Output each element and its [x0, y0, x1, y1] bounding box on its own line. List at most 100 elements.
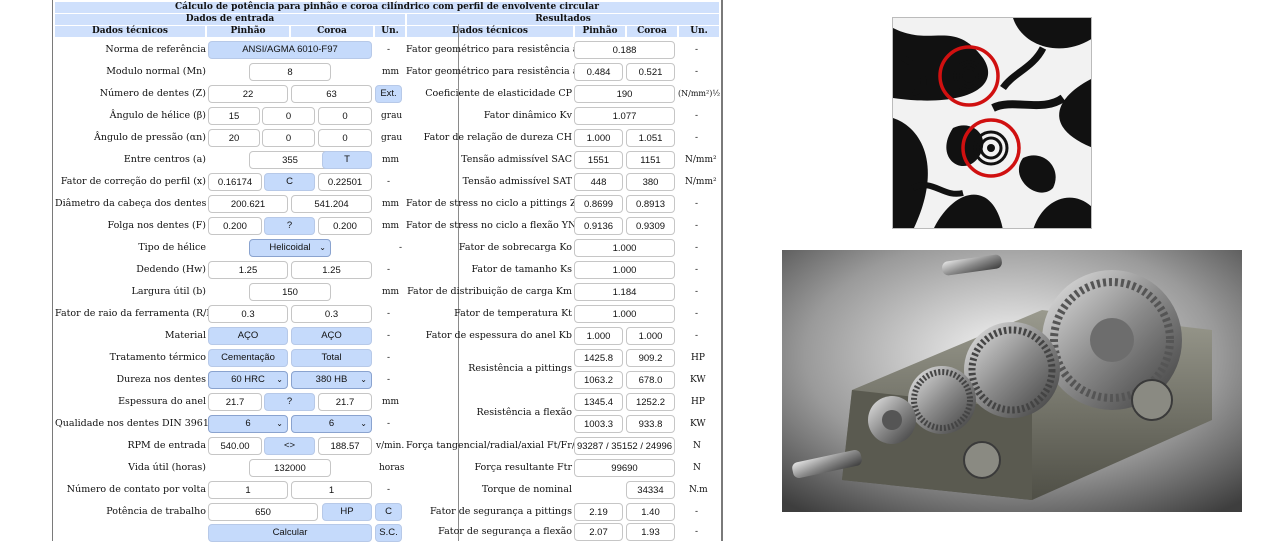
raio-unit: - — [387, 309, 391, 319]
tipo-select-value: Helicoidal — [269, 242, 311, 253]
pressao-min-input[interactable]: 0 — [262, 129, 315, 147]
largura-input[interactable]: 150 — [249, 283, 331, 301]
input-col-label: Dados técnicos — [55, 26, 205, 37]
helice-sec-input[interactable]: 0 — [318, 107, 372, 125]
centros-input[interactable]: 355 — [249, 151, 331, 169]
rpm-swap-button[interactable]: <> — [264, 437, 315, 455]
yn-gear-value: 0.9309 — [626, 217, 675, 235]
rpm-pinion-input[interactable]: 540.00 — [208, 437, 262, 455]
sac-gear-value: 1151 — [626, 151, 675, 169]
centros-t-button[interactable]: T — [322, 151, 372, 169]
potencia-c-button[interactable]: C — [375, 503, 402, 521]
helice-unit: grau — [381, 111, 403, 121]
tratamento-pinion-button[interactable]: Cementação — [208, 349, 288, 367]
espessura-unit: mm — [382, 397, 400, 407]
pressao-deg-input[interactable]: 20 — [208, 129, 260, 147]
correcao-label: Fator de correção do perfil (x) — [60, 176, 206, 187]
espessura-help-button[interactable]: ? — [264, 393, 315, 411]
sc-button[interactable]: S.C. — [375, 524, 402, 542]
correcao-c-button[interactable]: C — [264, 173, 315, 191]
seg-flexao-unit: - — [695, 527, 699, 537]
input-col-gear: Coroa — [291, 26, 373, 37]
ko-unit: - — [695, 243, 699, 253]
tratamento-gear-button[interactable]: Total — [291, 349, 372, 367]
cabeca-gear-input[interactable]: 541.204 — [291, 195, 372, 213]
correcao-pinion-input[interactable]: 0.16174 — [208, 173, 262, 191]
seg-pitting-gear-value: 1.40 — [626, 503, 675, 521]
pitting-label: Fator geométrico para resistência a pitt… — [406, 44, 619, 55]
dinamico-unit: - — [695, 111, 699, 121]
yn-pinion-value: 0.9136 — [574, 217, 623, 235]
helice-label: Ângulo de hélice (β) — [109, 110, 206, 121]
correcao-gear-input[interactable]: 0.22501 — [318, 173, 372, 191]
zn-pinion-value: 0.8699 — [574, 195, 623, 213]
chevron-down-icon: ⌄ — [360, 375, 367, 384]
rpm-label: RPM de entrada — [127, 440, 206, 451]
input-col-unit: Un. — [375, 26, 405, 37]
modulo-unit: mm — [382, 67, 400, 77]
tipo-select[interactable]: Helicoidal ⌄ — [249, 239, 331, 257]
dedendo-gear-input[interactable]: 1.25 — [291, 261, 372, 279]
norma-label: Norma de referência — [105, 44, 206, 55]
zn-label: Fator de stress no ciclo a pittings ZN — [406, 198, 585, 209]
contato-pinion-input[interactable]: 1 — [208, 481, 288, 499]
sac-pinion-value: 1551 — [574, 151, 623, 169]
chevron-down-icon: ⌄ — [319, 243, 326, 252]
qualidade-gear-select[interactable]: 6 ⌄ — [291, 415, 372, 433]
ext-button[interactable]: Ext. — [375, 85, 402, 103]
folga-gear-input[interactable]: 0.200 — [318, 217, 372, 235]
material-pinion-button[interactable]: AÇO — [208, 327, 288, 345]
raio-pinion-input[interactable]: 0.3 — [208, 305, 288, 323]
norma-select[interactable]: ANSI/AGMA 6010-F97 — [208, 41, 372, 59]
dentes-gear-input[interactable]: 63 — [291, 85, 372, 103]
espessura-gear-input[interactable]: 21.7 — [318, 393, 372, 411]
dureza-pinion-select[interactable]: 60 HRC ⌄ — [208, 371, 288, 389]
cabeca-unit: mm — [382, 199, 400, 209]
kb-pinion-value: 1.000 — [574, 327, 623, 345]
contato-unit: - — [387, 485, 391, 495]
helice-min-input[interactable]: 0 — [262, 107, 315, 125]
ko-value: 1.000 — [574, 239, 675, 257]
folga-help-button[interactable]: ? — [264, 217, 315, 235]
torque-gear-value: 34334 — [626, 481, 675, 499]
potencia-unit-button[interactable]: HP — [322, 503, 372, 521]
flexao-pinion-value: 0.484 — [574, 63, 623, 81]
espessura-pinion-input[interactable]: 21.7 — [208, 393, 262, 411]
qualidade-pinion-select[interactable]: 6 ⌄ — [208, 415, 288, 433]
chevron-down-icon: ⌄ — [276, 419, 283, 428]
potencia-input[interactable]: 650 — [208, 503, 318, 521]
folga-unit: mm — [382, 221, 400, 231]
ks-value: 1.000 — [574, 261, 675, 279]
kb-unit: - — [695, 331, 699, 341]
folga-pinion-input[interactable]: 0.200 — [208, 217, 262, 235]
material-gear-button[interactable]: AÇO — [291, 327, 372, 345]
pitting-unit: - — [695, 45, 699, 55]
vida-input[interactable]: 132000 — [249, 459, 331, 477]
helice-deg-input[interactable]: 15 — [208, 107, 260, 125]
espessura-label: Espessura do anel — [118, 396, 206, 407]
rpm-gear-input[interactable]: 188.57 — [318, 437, 372, 455]
pressao-label: Ângulo de pressão (αn) — [93, 132, 206, 143]
cabeca-pinion-input[interactable]: 200.621 — [208, 195, 288, 213]
contato-gear-input[interactable]: 1 — [291, 481, 372, 499]
tipo-unit: - — [399, 243, 403, 253]
dureza-gear-select[interactable]: 380 HB ⌄ — [291, 371, 372, 389]
centros-unit: mm — [382, 155, 400, 165]
sat-label: Tensão admissível SAT — [462, 176, 572, 187]
pressao-sec-input[interactable]: 0 — [318, 129, 372, 147]
dentes-pinion-input[interactable]: 22 — [208, 85, 288, 103]
zn-gear-value: 0.8913 — [626, 195, 675, 213]
results-col-unit: Un. — [679, 26, 719, 37]
calcular-button[interactable]: Calcular — [208, 524, 372, 542]
modulo-input[interactable]: 8 — [249, 63, 331, 81]
kb-gear-value: 1.000 — [626, 327, 675, 345]
qualidade-unit: - — [387, 419, 391, 429]
dedendo-pinion-input[interactable]: 1.25 — [208, 261, 288, 279]
largura-label: Largura útil (b) — [131, 286, 206, 297]
elasticidade-label: Coeficiente de elasticidade CP — [425, 88, 572, 99]
flexao-label: Fator geométrico para resistência a flex… — [406, 66, 611, 77]
raio-gear-input[interactable]: 0.3 — [291, 305, 372, 323]
torque-unit: N.m — [689, 485, 708, 495]
cabeca-label: Diâmetro da cabeça dos dentes (Da) — [55, 198, 231, 209]
torque-label: Torque de nominal — [481, 484, 572, 495]
